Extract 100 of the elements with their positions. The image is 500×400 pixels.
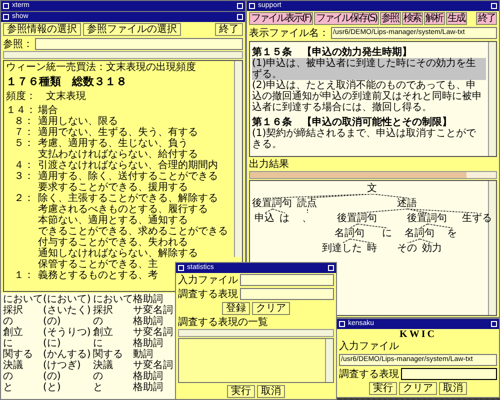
toolbar-button[interactable]: 参照情報の選択 (3, 23, 81, 36)
menu-button[interactable]: 参照 (380, 12, 401, 25)
tree-node-label: 後置詞句 (252, 198, 292, 209)
tree-connector (306, 208, 308, 214)
article-clause: (1)申込は、被申込者に到達した時にその効力を生ずる。 (252, 58, 486, 80)
table-cell-text: 格助詞 (133, 382, 164, 393)
table-cell-text: の (3, 316, 13, 327)
result-heading: ウィーン統一売買法：文末表現の出現頻度 (6, 62, 197, 73)
window-menu-icon[interactable] (339, 321, 345, 327)
expression-list-box[interactable] (178, 338, 334, 383)
table-cell-text: に (3, 338, 14, 349)
frequency-count: ７： (13, 127, 34, 138)
table-cell-text: (さいたく) (43, 305, 92, 316)
field-label: 調査する表現 (339, 368, 399, 380)
tree-node-label: その (397, 243, 417, 254)
expression-list: 考慮されるべきものとする、履行する (38, 204, 208, 215)
tree-node-label: 生ずる (462, 213, 492, 224)
article-clause: (2)申込は、たとえ取消不能のものであっても、申込の撤回通知が申込の到達前又はそれと同時に被申込者に到達する場合には、撤回し得る。 (252, 80, 483, 113)
column-header: 頻度： 文末表現 (6, 91, 87, 102)
table-cell-text: サ変名詞 (133, 360, 174, 371)
table-cell-text: 関する (3, 349, 34, 360)
window-menu-icon[interactable] (178, 265, 184, 271)
table-cell-text: (に) (43, 338, 62, 349)
expression-field[interactable] (401, 368, 497, 380)
table-cell-text: 創立 (93, 327, 114, 338)
iconify-icon[interactable] (491, 3, 497, 9)
field-label: 参照： (3, 38, 33, 50)
horizontal-scrollbar[interactable] (249, 171, 497, 179)
table-cell-text: (の) (43, 316, 62, 327)
expression-list: 義務とするものとする、考 (38, 270, 158, 281)
vertical-scrollbar[interactable] (488, 42, 496, 156)
panel-heading: KWIC (398, 329, 438, 340)
menu-button[interactable]: ファイル保存(S) (314, 12, 379, 25)
horizontal-scrollbar[interactable] (178, 329, 334, 337)
vertical-scrollbar[interactable] (234, 61, 242, 257)
tree-node-label: 、 (302, 213, 312, 224)
table-cell-text: の (93, 371, 104, 382)
article-clause: (1)契約が締結されるまで、申込は取消すことができる。 (252, 128, 478, 150)
iconify-icon[interactable] (491, 321, 497, 327)
action-button[interactable]: クリア (399, 382, 437, 395)
article-heading: 第１６条 【申込の取消可能性とその制限】 (252, 117, 453, 128)
tree-node-label: 後置詞句 (337, 213, 377, 224)
table-cell-text: 採択 (93, 305, 114, 316)
expression-list: 除く、主張することができる、解除する (38, 193, 218, 204)
tree-node-label: 申込 (254, 213, 274, 224)
tree-node-label: 到達した (322, 243, 362, 254)
article-heading: 第１５条 【申込の効力発生時期】 (252, 47, 413, 58)
frequency-count: １： (13, 270, 34, 281)
table-cell-text: 採択 (3, 305, 24, 316)
table-cell-text: (かんする) (43, 349, 92, 360)
expression-list: できることができる、求めることができる (38, 226, 228, 237)
tree-node-label: に (382, 228, 392, 239)
quit-button[interactable]: 終了 (476, 12, 497, 25)
form-button[interactable]: クリア (252, 302, 290, 315)
tree-node-label: は (280, 213, 290, 224)
action-button[interactable]: 取消 (257, 385, 285, 398)
output-label: 出力結果 (249, 159, 289, 170)
tree-node-label: 後置詞句 (407, 213, 447, 224)
menu-button[interactable]: ファイル表示(F) (249, 12, 314, 25)
iconify-icon[interactable] (328, 265, 334, 271)
table-cell-text: に (93, 338, 104, 349)
frequency-count: １４： (6, 105, 34, 116)
menu-button[interactable]: 解析 (424, 12, 445, 25)
tree-node-label: を (447, 228, 457, 239)
expression-list: 考慮、適用する、生じない、負う (38, 138, 188, 149)
horizontal-scrollbar[interactable] (3, 51, 243, 59)
expression-list: 場合 (38, 105, 58, 116)
expression-field[interactable] (240, 288, 334, 300)
table-cell-text: 創立 (3, 327, 24, 338)
table-cell-text: 決議 (93, 360, 114, 371)
field-label: 入力ファイル (339, 341, 399, 352)
expression-list: 適用する、除く、送付することができる (38, 171, 218, 182)
action-button[interactable]: 実行 (369, 382, 397, 395)
table-cell-text: の (93, 316, 103, 327)
reference-field[interactable] (35, 38, 243, 50)
table-cell-text: (の) (43, 371, 62, 382)
table-cell-text: と (3, 382, 14, 393)
expression-list: 引渡さなければならない、合理的期間内 (38, 160, 218, 171)
field-label: 入力ファイル (178, 274, 238, 286)
vertical-scrollbar[interactable] (325, 339, 333, 382)
menu-button[interactable]: 検索 (402, 12, 423, 25)
expression-list: 適用しない、限る (38, 116, 118, 127)
action-button[interactable]: 取消 (439, 382, 467, 395)
table-cell-text: 格助詞 (133, 371, 164, 382)
input-file-field[interactable] (240, 274, 334, 286)
table-cell: において (3, 294, 43, 305)
menu-button[interactable]: 生成 (446, 12, 467, 25)
quit-button[interactable]: 終了 (215, 23, 243, 36)
toolbar-button[interactable]: 参照ファイルの選択 (83, 23, 181, 36)
tree-node-label: 効力 (422, 243, 442, 254)
expression-list: 適用でない、生ずる、失う、有する (38, 127, 198, 138)
list-label: 調査する表現の一覧 (178, 317, 268, 328)
form-button[interactable]: 登録 (222, 302, 250, 315)
table-cell-text: 格助詞 (133, 338, 164, 349)
window-menu-icon[interactable] (249, 3, 255, 9)
tree-node-label: 読点 (297, 198, 317, 209)
action-button[interactable]: 実行 (227, 385, 255, 398)
table-cell-text: (けつぎ) (43, 360, 82, 371)
table-cell-text: (そうりつ) (43, 327, 92, 338)
tree-node-label: 述語 (397, 198, 417, 209)
